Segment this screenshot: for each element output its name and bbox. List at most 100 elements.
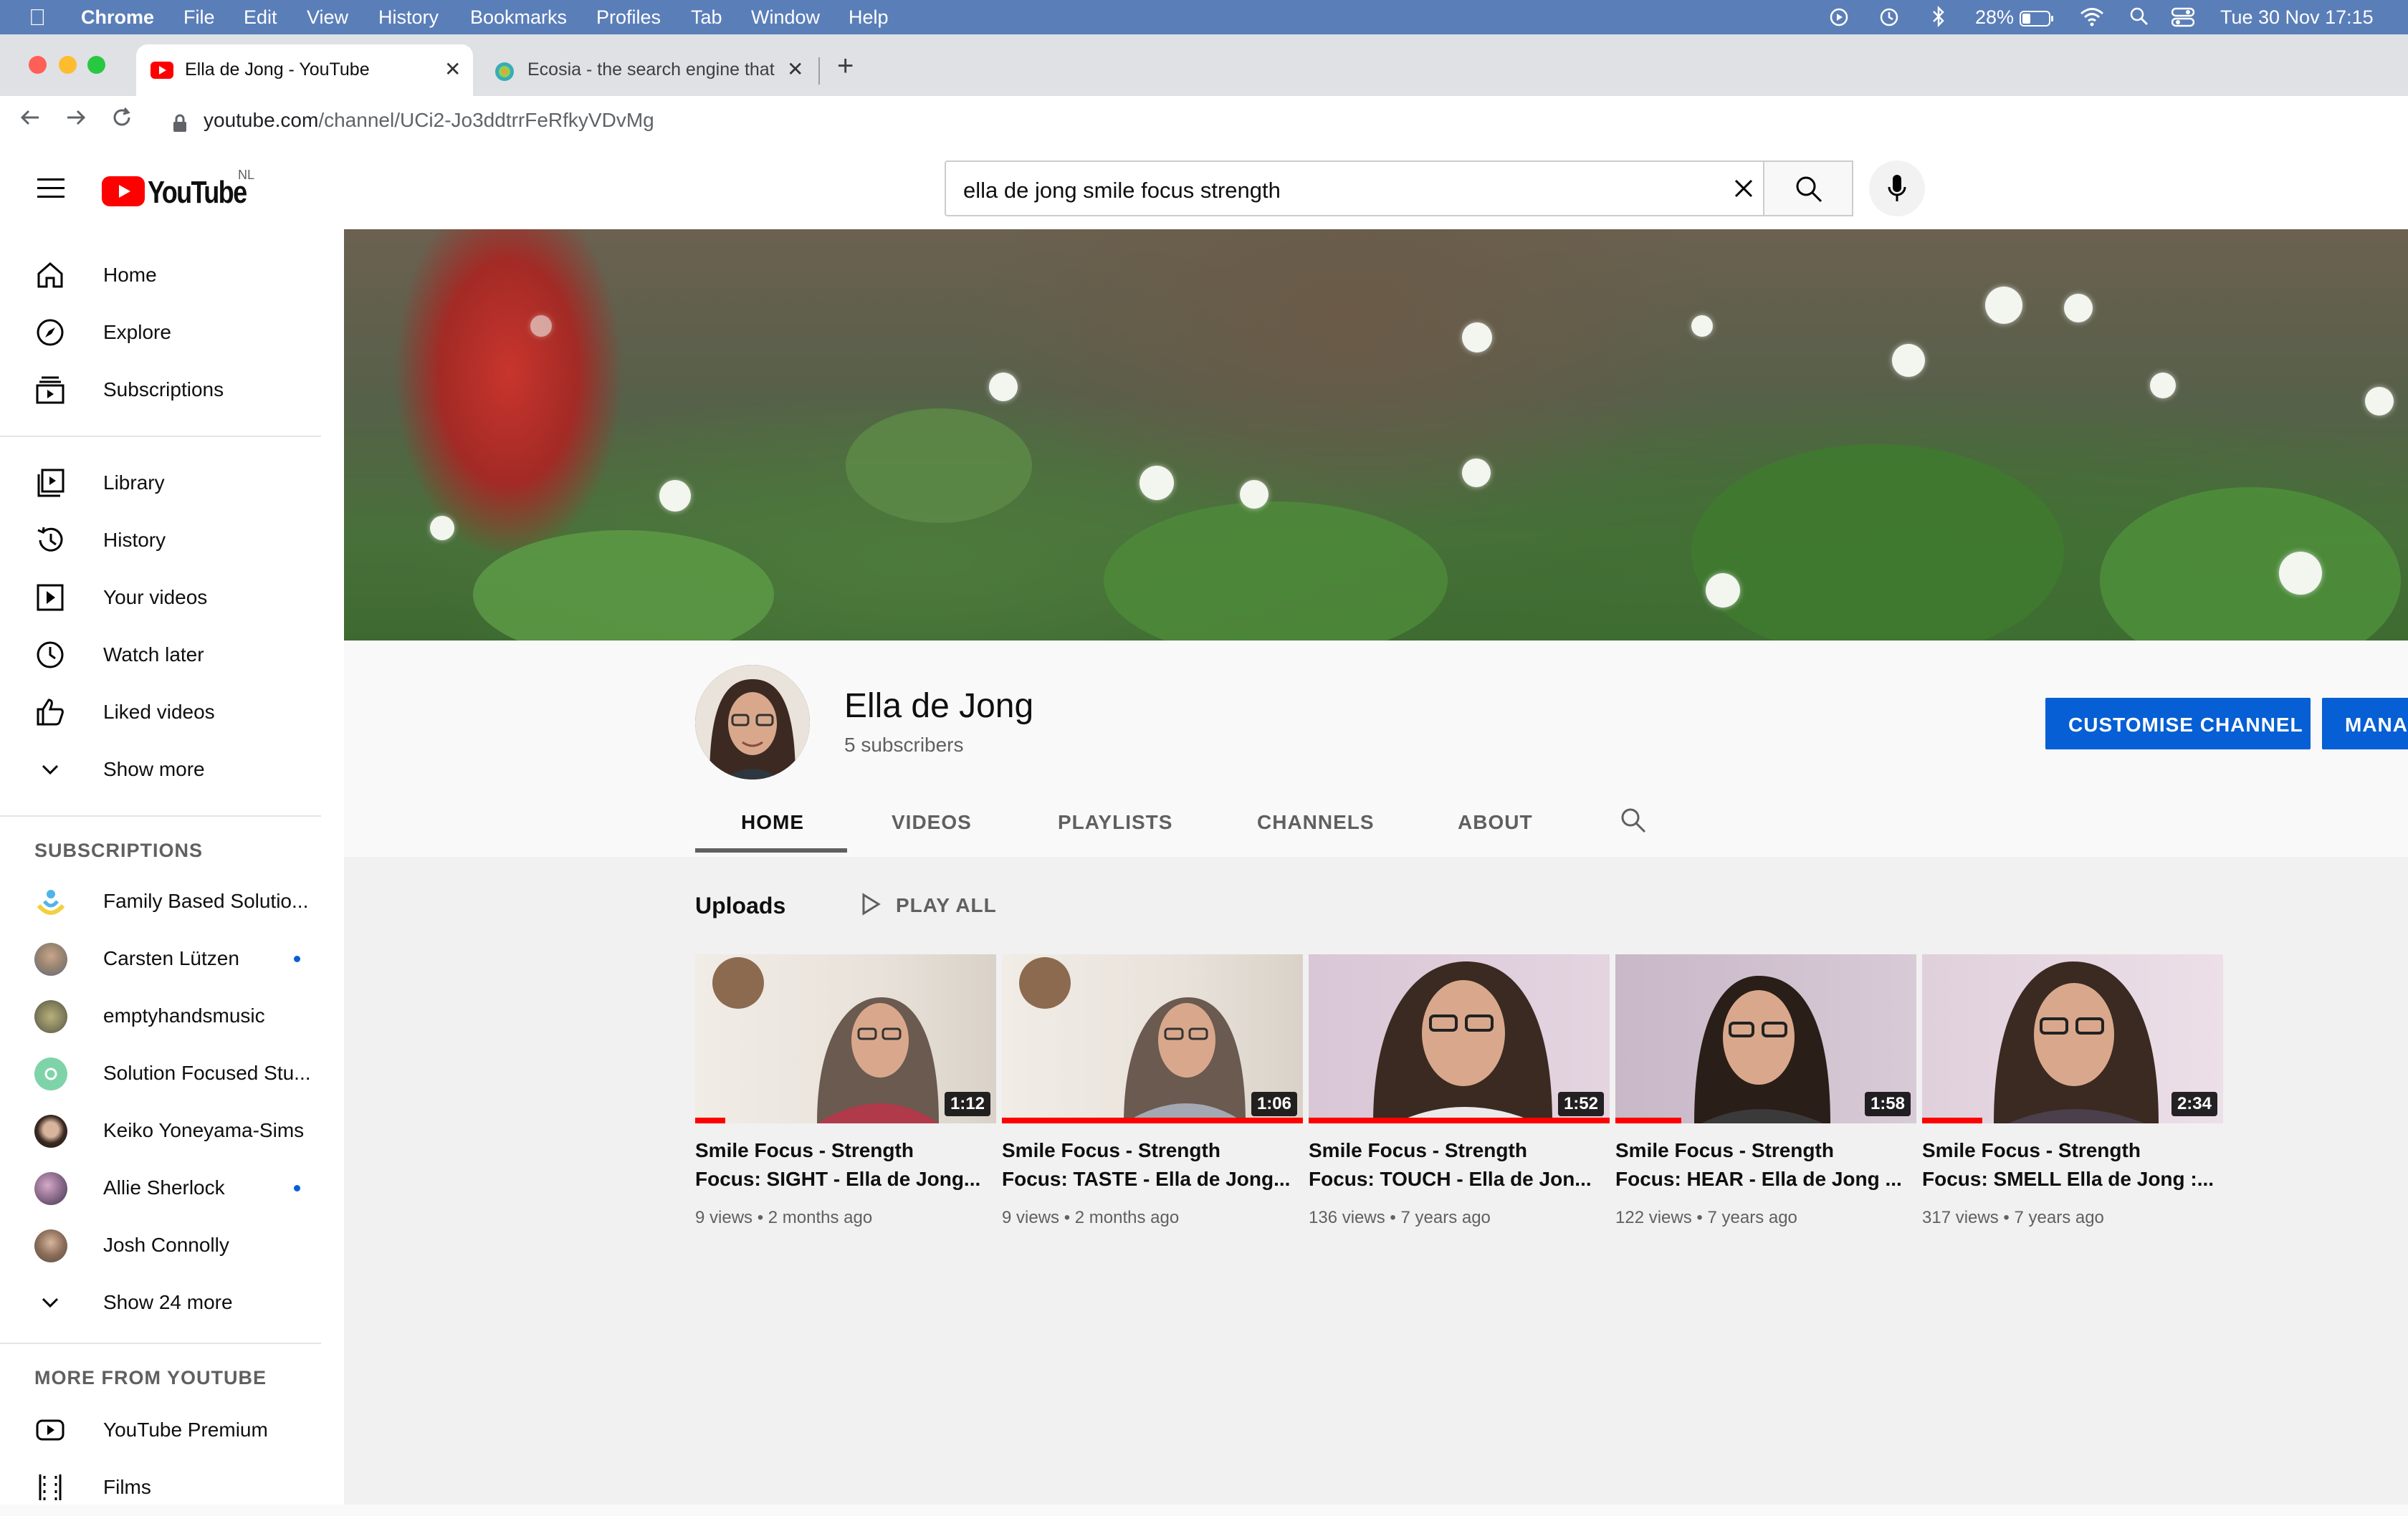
forward-arrow-icon[interactable] <box>64 106 87 135</box>
video-thumbnail[interactable]: 2:34 <box>1922 954 2223 1123</box>
video-title[interactable]: Smile Focus - Strength Focus: TASTE - El… <box>1002 1136 1303 1194</box>
menu-window[interactable]: Window <box>751 6 820 29</box>
sidebar-item-show-more[interactable]: Show more <box>0 741 321 798</box>
tab-home[interactable]: HOME <box>741 811 804 834</box>
channel-avatar[interactable] <box>695 665 810 779</box>
battery-icon[interactable] <box>2020 9 2054 32</box>
video-meta: 122 views • 7 years ago <box>1615 1208 1797 1227</box>
menu-edit[interactable]: Edit <box>244 6 277 29</box>
menu-tab[interactable]: Tab <box>691 6 722 29</box>
sidebar-item-youtube-premium[interactable]: YouTube Premium <box>0 1401 321 1459</box>
video-title-line1: Smile Focus - Strength <box>1002 1139 1220 1161</box>
tab-close-icon[interactable]: ✕ <box>787 57 803 81</box>
screen-record-icon[interactable] <box>1829 7 1849 32</box>
sidebar-item-subscriptions[interactable]: Subscriptions <box>0 361 321 418</box>
subscription-name: Carsten Lützen <box>103 947 239 969</box>
manage-videos-button[interactable]: MANA <box>2322 698 2408 749</box>
subscription-item[interactable]: Keiko Yoneyama-Sims <box>0 1102 321 1159</box>
channel-search-icon[interactable] <box>1620 807 1647 838</box>
subscription-item[interactable]: emptyhandsmusic <box>0 987 321 1045</box>
customise-channel-button[interactable]: CUSTOMISE CHANNEL <box>2045 698 2311 749</box>
country-code: NL <box>238 168 255 182</box>
sidebar-item-explore[interactable]: Explore <box>0 304 321 361</box>
subscription-item[interactable]: Family Based Solutio... <box>0 873 321 930</box>
menu-file[interactable]: File <box>183 6 215 29</box>
tab-title: Ecosia - the search engine that <box>527 59 775 80</box>
video-title[interactable]: Smile Focus - Strength Focus: HEAR - Ell… <box>1615 1136 1916 1194</box>
video-meta: 9 views • 2 months ago <box>1002 1208 1180 1227</box>
tab-channels[interactable]: CHANNELS <box>1257 811 1375 834</box>
window-zoom-button[interactable] <box>87 56 105 74</box>
subscription-item[interactable]: Josh Connolly <box>0 1217 321 1274</box>
video-title[interactable]: Smile Focus - Strength Focus: SMELL Ella… <box>1922 1136 2223 1194</box>
video-title[interactable]: Smile Focus - Strength Focus: SIGHT - El… <box>695 1136 996 1194</box>
video-title-line1: Smile Focus - Strength <box>1615 1139 1834 1161</box>
sidebar-item-watch-later[interactable]: Watch later <box>0 626 321 683</box>
ecosia-favicon-icon <box>494 62 515 87</box>
tab-about[interactable]: ABOUT <box>1458 811 1533 834</box>
sidebar-item-history[interactable]: History <box>0 512 321 569</box>
browser-tab-strip: Ella de Jong - YouTube ✕ Ecosia - the se… <box>0 34 2408 96</box>
video-title-line1: Smile Focus - Strength <box>1922 1139 2141 1161</box>
library-icon <box>37 469 64 497</box>
sidebar-item-show-more-subscriptions[interactable]: Show 24 more <box>0 1274 321 1331</box>
bluetooth-icon[interactable] <box>1931 5 1946 32</box>
avatar <box>34 943 67 976</box>
sidebar-item-your-videos[interactable]: Your videos <box>0 569 321 626</box>
lock-icon[interactable] <box>172 112 188 140</box>
avatar <box>34 1057 67 1090</box>
sidebar-item-label: History <box>103 529 166 551</box>
subscription-item[interactable]: Carsten Lützen <box>0 930 321 987</box>
apple-icon[interactable]:  <box>29 4 46 31</box>
menu-history[interactable]: History <box>378 6 439 29</box>
tab-playlists[interactable]: PLAYLISTS <box>1058 811 1172 834</box>
channel-content: Uploads PLAY ALL 1:12 Smile Focus - Stre… <box>344 857 2408 1505</box>
channel-name: Ella de Jong <box>844 687 1034 725</box>
youtube-favicon-icon <box>150 62 173 84</box>
chevron-down-icon <box>42 764 59 775</box>
menu-bookmarks[interactable]: Bookmarks <box>470 6 567 29</box>
back-arrow-icon[interactable] <box>19 106 42 135</box>
video-thumbnail[interactable]: 1:12 <box>695 954 996 1123</box>
view-count: 136 views <box>1309 1208 1385 1227</box>
menu-profiles[interactable]: Profiles <box>596 6 661 29</box>
url-field[interactable]: youtube.com/channel/UCi2-Jo3ddtrrFeRfkyV… <box>204 109 654 132</box>
tab-videos[interactable]: VIDEOS <box>892 811 972 834</box>
menu-view[interactable]: View <box>307 6 348 29</box>
subscription-item[interactable]: Allie Sherlock <box>0 1159 321 1217</box>
search-input[interactable]: ella de jong smile focus strength <box>945 160 1764 216</box>
tab-ecosia[interactable]: Ecosia - the search engine that ✕ <box>482 44 818 96</box>
reload-icon[interactable] <box>110 106 133 135</box>
sidebar-item-liked-videos[interactable]: Liked videos <box>0 683 321 741</box>
new-content-dot <box>294 956 300 962</box>
control-center-icon[interactable] <box>2171 7 2195 32</box>
time-machine-icon[interactable] <box>1879 7 1899 32</box>
new-tab-icon[interactable]: + <box>837 50 854 82</box>
video-thumbnail[interactable]: 1:58 <box>1615 954 1916 1123</box>
menu-help[interactable]: Help <box>849 6 889 29</box>
tab-close-icon[interactable]: ✕ <box>444 57 461 81</box>
upload-age: 7 years ago <box>1707 1208 1797 1227</box>
wifi-icon[interactable] <box>2080 6 2104 32</box>
clear-search-icon[interactable] <box>1733 178 1754 203</box>
hamburger-menu-icon[interactable] <box>37 178 64 203</box>
sidebar-item-library[interactable]: Library <box>0 454 321 512</box>
video-thumbnail[interactable]: 1:06 <box>1002 954 1303 1123</box>
video-title[interactable]: Smile Focus - Strength Focus: TOUCH - El… <box>1309 1136 1610 1194</box>
voice-search-button[interactable] <box>1869 160 1925 216</box>
uploads-heading[interactable]: Uploads <box>695 893 785 919</box>
search-button[interactable] <box>1764 160 1853 216</box>
subscription-name: Josh Connolly <box>103 1234 229 1256</box>
subscription-item[interactable]: Solution Focused Stu... <box>0 1045 321 1102</box>
window-minimize-button[interactable] <box>59 56 77 74</box>
url-domain: youtube.com <box>204 109 319 131</box>
tab-youtube[interactable]: Ella de Jong - YouTube ✕ <box>136 44 473 96</box>
sidebar-item-home[interactable]: Home <box>0 246 321 304</box>
video-meta: 9 views • 2 months ago <box>695 1208 873 1227</box>
menubar-clock[interactable]: Tue 30 Nov 17:15 <box>2220 6 2374 29</box>
menu-app-name[interactable]: Chrome <box>81 6 154 29</box>
sidebar-item-films[interactable]: Films <box>0 1459 321 1516</box>
spotlight-search-icon[interactable] <box>2130 7 2149 31</box>
video-thumbnail[interactable]: 1:52 <box>1309 954 1610 1123</box>
window-close-button[interactable] <box>29 56 47 74</box>
